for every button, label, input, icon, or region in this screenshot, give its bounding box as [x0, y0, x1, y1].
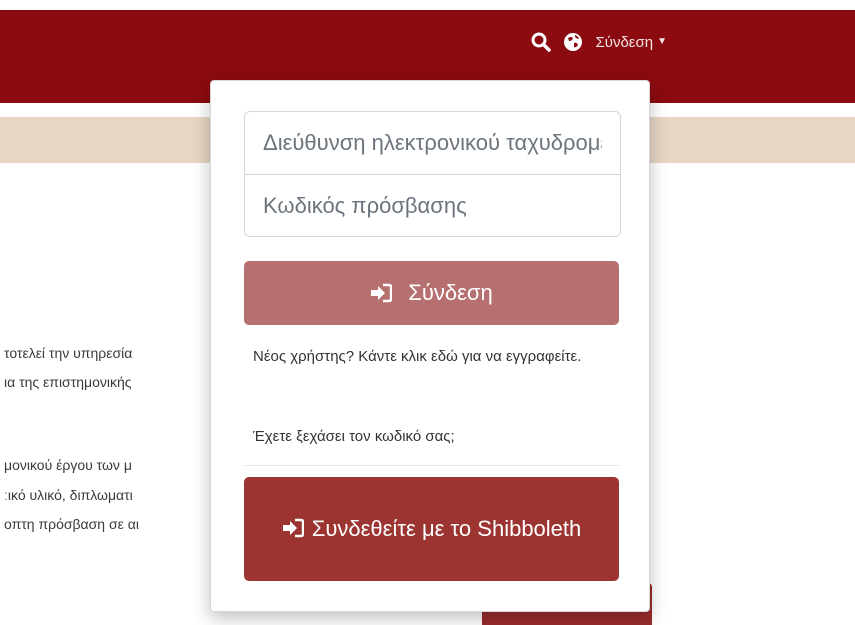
password-field[interactable]	[245, 174, 620, 236]
dropdown-divider	[244, 465, 619, 466]
email-field[interactable]	[245, 112, 620, 174]
navbar-tools: Σύνδεση ▼	[531, 32, 667, 52]
globe-icon[interactable]	[563, 32, 583, 52]
background-text: ːικό υλικό, διπλωματι	[4, 487, 133, 503]
background-text: οπτη πρόσβαση σε αι	[4, 516, 139, 532]
background-text: μονικού έργου των μ	[4, 457, 132, 473]
register-link[interactable]: Νέος χρήστης? Κάντε κλικ εδώ για να εγγρ…	[253, 344, 613, 370]
login-submit-label: Σύνδεση	[408, 280, 493, 305]
login-dropdown-panel: Σύνδεση Νέος χρήστης? Κάντε κλικ εδώ για…	[210, 80, 650, 612]
shibboleth-login-label: Συνδεθείτε με το Shibboleth	[311, 516, 582, 541]
login-toggle-label: Σύνδεση	[595, 33, 654, 51]
login-dropdown-toggle[interactable]: Σύνδεση ▼	[595, 34, 667, 51]
sign-in-icon	[282, 518, 304, 538]
background-text: ια της επιστημονικής	[4, 374, 132, 390]
forgot-password-link[interactable]: Έχετε ξεχάσει τον κωδικό σας;	[253, 424, 455, 450]
search-icon[interactable]	[531, 32, 552, 52]
caret-down-icon: ▼	[657, 36, 667, 47]
background-text: τοτελεί την υπηρεσία	[4, 345, 133, 361]
sign-in-icon	[370, 283, 393, 303]
login-submit-button[interactable]: Σύνδεση	[244, 261, 619, 325]
shibboleth-login-button[interactable]: Συνδεθείτε με το Shibboleth	[244, 477, 619, 581]
credentials-input-group	[244, 111, 621, 237]
